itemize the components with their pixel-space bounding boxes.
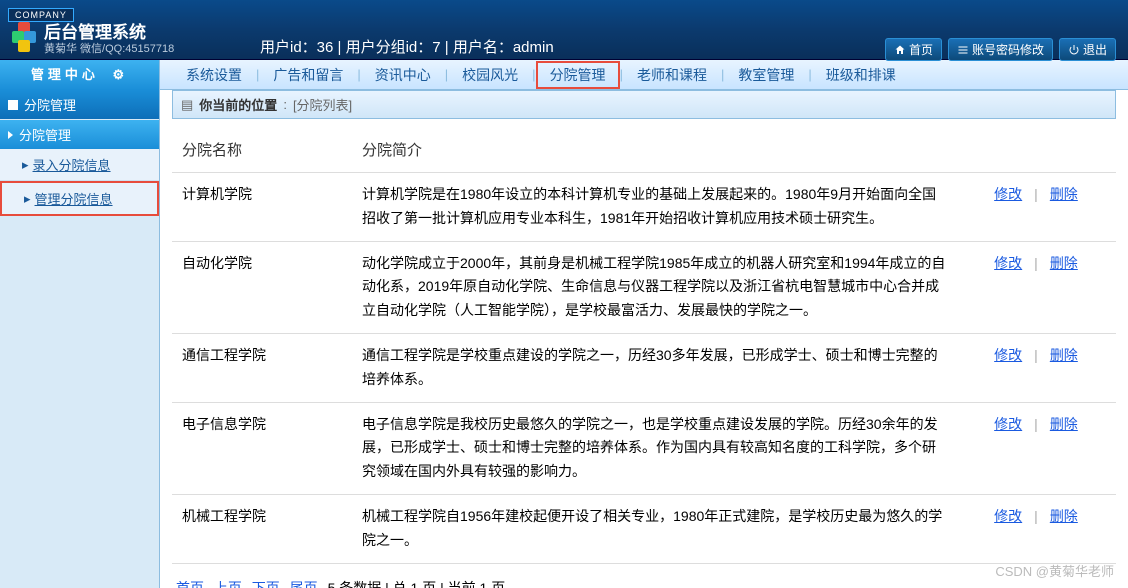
delete-link[interactable]: 删除	[1050, 186, 1078, 202]
main-nav: 管理中心 ⚙ 系统设置|广告和留言|资讯中心|校园风光|分院管理|老师和课程|教…	[0, 60, 1128, 90]
pager-next[interactable]: 下页	[252, 580, 280, 588]
logo-icon	[12, 22, 36, 46]
logout-label: 退出	[1083, 41, 1107, 58]
th-intro: 分院简介	[352, 127, 956, 173]
cell-ops: 修改|删除	[956, 494, 1116, 563]
pager-prev[interactable]: 上页	[214, 580, 242, 588]
password-button[interactable]: 账号密码修改	[948, 38, 1053, 61]
nav-item-6[interactable]: 教室管理	[724, 65, 808, 85]
delete-link[interactable]: 删除	[1050, 508, 1078, 524]
cell-name: 电子信息学院	[172, 402, 352, 494]
cell-ops: 修改|删除	[956, 402, 1116, 494]
edit-link[interactable]: 修改	[994, 347, 1022, 363]
delete-link[interactable]: 删除	[1050, 255, 1078, 271]
cell-ops: 修改|删除	[956, 241, 1116, 333]
nav-items: 系统设置|广告和留言|资讯中心|校园风光|分院管理|老师和课程|教室管理|班级和…	[160, 61, 910, 89]
app-header: COMPANY 后台管理系统 黄菊华 微信/QQ:45157718 用户id：3…	[0, 0, 1128, 60]
sidebar: 分院管理 分院管理 ▸ 录入分院信息▸ 管理分院信息	[0, 90, 160, 588]
cell-intro: 通信工程学院是学校重点建设的学院之一，历经30多年发展，已形成学士、硕士和博士完…	[352, 333, 956, 402]
table-row: 自动化学院动化学院成立于2000年，其前身是机械工程学院1985年成立的机器人研…	[172, 241, 1116, 333]
power-icon	[1068, 44, 1080, 56]
nav-left-label: 管理中心 ⚙	[0, 60, 160, 90]
watermark: CSDN @黄菊华老师	[995, 561, 1114, 580]
nav-item-2[interactable]: 资讯中心	[361, 65, 445, 85]
pager: 首页 上页 下页 尾页 5 条数据 | 总 1 页 | 当前 1 页	[172, 564, 1116, 588]
square-icon	[8, 100, 18, 110]
delete-link[interactable]: 删除	[1050, 416, 1078, 432]
pager-first[interactable]: 首页	[176, 580, 204, 588]
breadcrumb: ▤ 你当前的位置 : [分院列表]	[172, 90, 1116, 119]
cell-intro: 动化学院成立于2000年，其前身是机械工程学院1985年成立的机器人研究室和19…	[352, 241, 956, 333]
table-row: 机械工程学院机械工程学院自1956年建校起便开设了相关专业，1980年正式建院，…	[172, 494, 1116, 563]
edit-link[interactable]: 修改	[994, 416, 1022, 432]
th-ops	[956, 127, 1116, 173]
edit-link[interactable]: 修改	[994, 186, 1022, 202]
cell-ops: 修改|删除	[956, 333, 1116, 402]
home-button[interactable]: 首页	[885, 38, 942, 61]
sidebar-header-1: 分院管理	[0, 90, 159, 119]
content-area: ▤ 你当前的位置 : [分院列表] 分院名称 分院简介 计算机学院计算机学院是在…	[160, 90, 1128, 588]
user-info: 用户id：36 | 用户分组id：7 | 用户名：admin	[260, 36, 554, 57]
cell-name: 通信工程学院	[172, 333, 352, 402]
table-row: 电子信息学院电子信息学院是我校历史最悠久的学院之一，也是学校重点建设发展的学院。…	[172, 402, 1116, 494]
nav-item-1[interactable]: 广告和留言	[259, 65, 357, 85]
main-layout: 分院管理 分院管理 ▸ 录入分院信息▸ 管理分院信息 ▤ 你当前的位置 : [分…	[0, 90, 1128, 588]
sidebar-header-2: 分院管理	[0, 120, 159, 149]
cell-ops: 修改|删除	[956, 173, 1116, 242]
pager-info: 5 条数据 | 总 1 页 | 当前 1 页	[328, 580, 506, 588]
table-row: 计算机学院计算机学院是在1980年设立的本科计算机专业的基础上发展起来的。198…	[172, 173, 1116, 242]
gear-icon: ⚙	[112, 67, 128, 82]
th-name: 分院名称	[172, 127, 352, 173]
cell-intro: 机械工程学院自1956年建校起便开设了相关专业，1980年正式建院，是学校历史最…	[352, 494, 956, 563]
cell-name: 机械工程学院	[172, 494, 352, 563]
bullet-icon: ▸	[24, 191, 31, 207]
triangle-icon	[8, 131, 13, 139]
data-table: 分院名称 分院简介 计算机学院计算机学院是在1980年设立的本科计算机专业的基础…	[172, 127, 1116, 564]
cell-name: 自动化学院	[172, 241, 352, 333]
logout-button[interactable]: 退出	[1059, 38, 1116, 61]
edit-link[interactable]: 修改	[994, 255, 1022, 271]
sidebar-item-1[interactable]: ▸ 管理分院信息	[0, 181, 159, 216]
table-row: 通信工程学院通信工程学院是学校重点建设的学院之一，历经30多年发展，已形成学士、…	[172, 333, 1116, 402]
pager-last[interactable]: 尾页	[290, 580, 318, 588]
home-icon	[894, 44, 906, 56]
password-label: 账号密码修改	[972, 41, 1044, 58]
nav-item-0[interactable]: 系统设置	[172, 65, 256, 85]
doc-icon: ▤	[181, 97, 193, 113]
list-icon	[957, 44, 969, 56]
app-subtitle: 黄菊华 微信/QQ:45157718	[44, 40, 174, 56]
bullet-icon: ▸	[22, 157, 29, 173]
header-actions: 首页 账号密码修改 退出	[885, 38, 1116, 61]
home-label: 首页	[909, 41, 933, 58]
edit-link[interactable]: 修改	[994, 508, 1022, 524]
delete-link[interactable]: 删除	[1050, 347, 1078, 363]
nav-item-5[interactable]: 老师和课程	[623, 65, 721, 85]
breadcrumb-path: [分院列表]	[293, 95, 352, 114]
cell-intro: 电子信息学院是我校历史最悠久的学院之一，也是学校重点建设发展的学院。历经30余年…	[352, 402, 956, 494]
nav-item-3[interactable]: 校园风光	[448, 65, 532, 85]
sidebar-item-0[interactable]: ▸ 录入分院信息	[0, 149, 159, 181]
nav-item-7[interactable]: 班级和排课	[812, 65, 910, 85]
cell-name: 计算机学院	[172, 173, 352, 242]
cell-intro: 计算机学院是在1980年设立的本科计算机专业的基础上发展起来的。1980年9月开…	[352, 173, 956, 242]
nav-item-4[interactable]: 分院管理	[536, 61, 620, 89]
